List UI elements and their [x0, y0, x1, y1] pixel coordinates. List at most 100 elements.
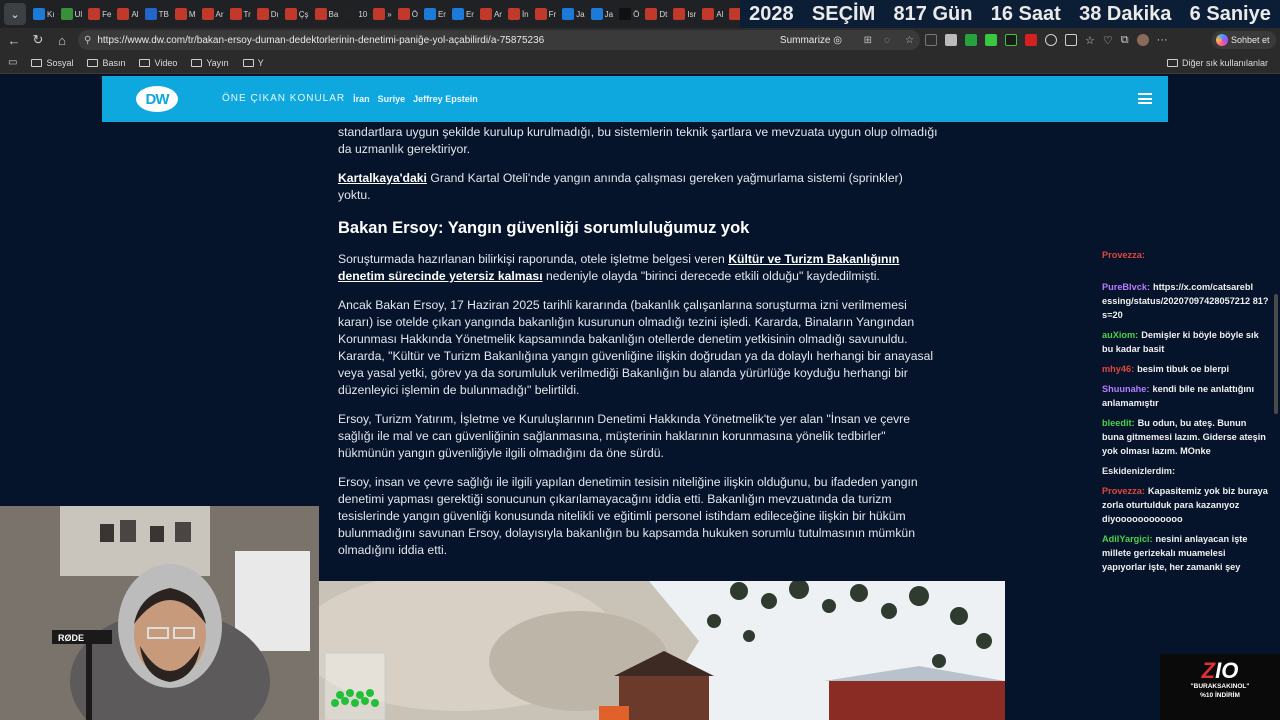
extensions-puzzle-icon[interactable]: [1045, 34, 1057, 46]
browser-tab[interactable]: Dı: [254, 0, 282, 28]
tab-title: Ar: [493, 9, 502, 19]
chat-username[interactable]: auXiom:: [1102, 330, 1138, 340]
chat-username[interactable]: mhy46:: [1102, 364, 1134, 374]
extension-icon[interactable]: [925, 34, 937, 46]
address-bar[interactable]: ⚲ https://www.dw.com/tr/bakan-ersoy-duma…: [78, 30, 920, 50]
chat-username[interactable]: PureBlvck:: [1102, 282, 1150, 292]
home-button[interactable]: ⌂: [50, 28, 74, 52]
browser-tab[interactable]: Ar: [199, 0, 227, 28]
extension-icon[interactable]: [1025, 34, 1037, 46]
nav-link-epstein[interactable]: Jeffrey Epstein: [413, 94, 478, 104]
browser-tab[interactable]: Ja: [559, 0, 587, 28]
nav-link-suriye[interactable]: Suriye: [378, 94, 406, 104]
bookmark-label: Video: [154, 57, 178, 68]
browser-tab[interactable]: Al: [114, 0, 141, 28]
bookmarks-toggle-icon[interactable]: ▭: [8, 57, 17, 68]
article-link[interactable]: Kartalkaya'daki: [338, 171, 427, 185]
browser-tab[interactable]: Dt: [642, 0, 670, 28]
nav-heading: ÖNE ÇIKAN KONULAR: [222, 93, 346, 104]
bookmark-folder[interactable]: Sosyal: [31, 58, 73, 68]
browser-tab[interactable]: İn: [505, 0, 532, 28]
bookmark-folder[interactable]: Y: [242, 58, 264, 68]
split-icon[interactable]: [1065, 34, 1077, 46]
tab-title: »: [387, 9, 392, 19]
browser-tab[interactable]: Al: [699, 0, 726, 28]
browser-tab[interactable]: Ba: [312, 0, 342, 28]
chat-copilot-button[interactable]: Sohbet et: [1212, 31, 1276, 49]
browser-tab[interactable]: Çş: [282, 0, 312, 28]
tab-favicon-icon: [702, 8, 715, 20]
browser-tab[interactable]: Kı: [30, 0, 58, 28]
chat-username[interactable]: Eskidenizlerdim:: [1102, 466, 1175, 476]
dw-logo[interactable]: DW: [136, 86, 178, 112]
tab-favicon-icon: [373, 8, 386, 20]
article-paragraph: Ersoy, insan ve çevre sağlığı ile ilgili…: [338, 475, 918, 557]
browser-tab[interactable]: Ja: [588, 0, 616, 28]
browser-tab[interactable]: 10: [341, 0, 370, 28]
back-button[interactable]: ←: [2, 28, 26, 52]
site-header: DW ÖNE ÇIKAN KONULAR İran Suriye Jeffrey…: [102, 76, 1168, 122]
chat-username[interactable]: Provezza:: [1102, 250, 1145, 260]
tab-favicon-icon: [314, 8, 327, 20]
browser-tab[interactable]: Ö: [395, 0, 421, 28]
chat-username[interactable]: Shuunahe:: [1102, 384, 1149, 394]
chat-username[interactable]: bleedit:: [1102, 418, 1135, 428]
tab-title: Ul: [74, 9, 83, 19]
tab-favicon-icon: [33, 8, 45, 20]
browser-tab[interactable]: Fe: [85, 0, 114, 28]
bookmark-folder[interactable]: Yayın: [191, 58, 229, 68]
sponsor-logo: ZIO: [1160, 660, 1280, 682]
browser-tab[interactable]: Isr: [670, 0, 699, 28]
tab-favicon-icon: [619, 8, 632, 20]
summarize-button[interactable]: Summarize ◎: [780, 35, 842, 46]
heart-icon[interactable]: ♡: [1103, 34, 1113, 47]
tab-title: TB: [158, 9, 169, 19]
reading-view-icon[interactable]: ◌: [884, 35, 890, 46]
bookmark-folder[interactable]: Video: [139, 58, 177, 68]
hamburger-menu-icon[interactable]: [1138, 93, 1152, 104]
folder-icon: [31, 58, 43, 67]
chat-message: bleedit: Bu odun, bu ateş. Bunun buna git…: [1102, 416, 1270, 458]
tab-search-button[interactable]: ⌄: [4, 3, 26, 25]
tab-favicon-icon: [344, 8, 357, 20]
browser-tab[interactable]: M: [172, 0, 199, 28]
tab-favicon-icon: [479, 8, 492, 20]
extension-icon[interactable]: [965, 34, 977, 46]
extension-icon[interactable]: [1005, 34, 1017, 46]
browser-tab[interactable]: Fr: [532, 0, 560, 28]
browser-tab[interactable]: »: [370, 0, 394, 28]
nav-link-iran[interactable]: İran: [353, 94, 370, 104]
extension-icon[interactable]: [985, 34, 997, 46]
browser-tab[interactable]: Ö: [616, 0, 642, 28]
browser-tab[interactable]: Er: [449, 0, 477, 28]
avatar[interactable]: [1136, 34, 1149, 46]
favorites-icon[interactable]: ☆: [1085, 34, 1095, 47]
tab-favicon-icon: [673, 8, 686, 20]
other-bookmarks[interactable]: Diğer sık kullanılanlar: [1166, 58, 1268, 68]
favorite-star-icon[interactable]: ☆: [905, 35, 914, 46]
extension-icon[interactable]: [945, 34, 957, 46]
browser-tab[interactable]: TB: [142, 0, 172, 28]
page-scrollbar[interactable]: [1274, 294, 1278, 414]
sponsor-logo-z: Z: [1201, 658, 1216, 683]
site-info-icon[interactable]: ⚲: [84, 35, 91, 46]
browser-tab[interactable]: Er: [421, 0, 449, 28]
browser-tab[interactable]: Tr: [227, 0, 254, 28]
more-dots-icon[interactable]: ···: [1157, 34, 1168, 46]
tab-list: Kı Ul Fe Al TB M Ar Tr Dı Çş Ba 10 » Ö Er Er Ar İn Fr Ja Ja Ö…: [30, 0, 766, 28]
split-screen-icon[interactable]: ⊞: [864, 35, 872, 46]
tab-title: İn: [521, 9, 529, 19]
chat-copilot-label: Sohbet et: [1231, 35, 1270, 45]
collections-icon[interactable]: ⧉: [1121, 34, 1129, 47]
browser-tab[interactable]: Ar: [477, 0, 505, 28]
folder-icon: [139, 58, 151, 67]
url-text[interactable]: https://www.dw.com/tr/bakan-ersoy-duman-…: [97, 35, 544, 46]
bookmark-folder[interactable]: Basın: [87, 58, 125, 68]
refresh-button[interactable]: ↻: [26, 28, 50, 52]
tab-favicon-icon: [201, 8, 214, 20]
chat-username[interactable]: Provezza:: [1102, 486, 1145, 496]
chat-username[interactable]: AdilYargici:: [1102, 534, 1153, 544]
paragraph-text: Soruşturmada hazırlanan bilirkişi raporu…: [338, 252, 729, 266]
browser-tab[interactable]: Ul: [58, 0, 86, 28]
chat-message: PureBlvck: https://x.com/catsarebl essing…: [1102, 280, 1270, 322]
